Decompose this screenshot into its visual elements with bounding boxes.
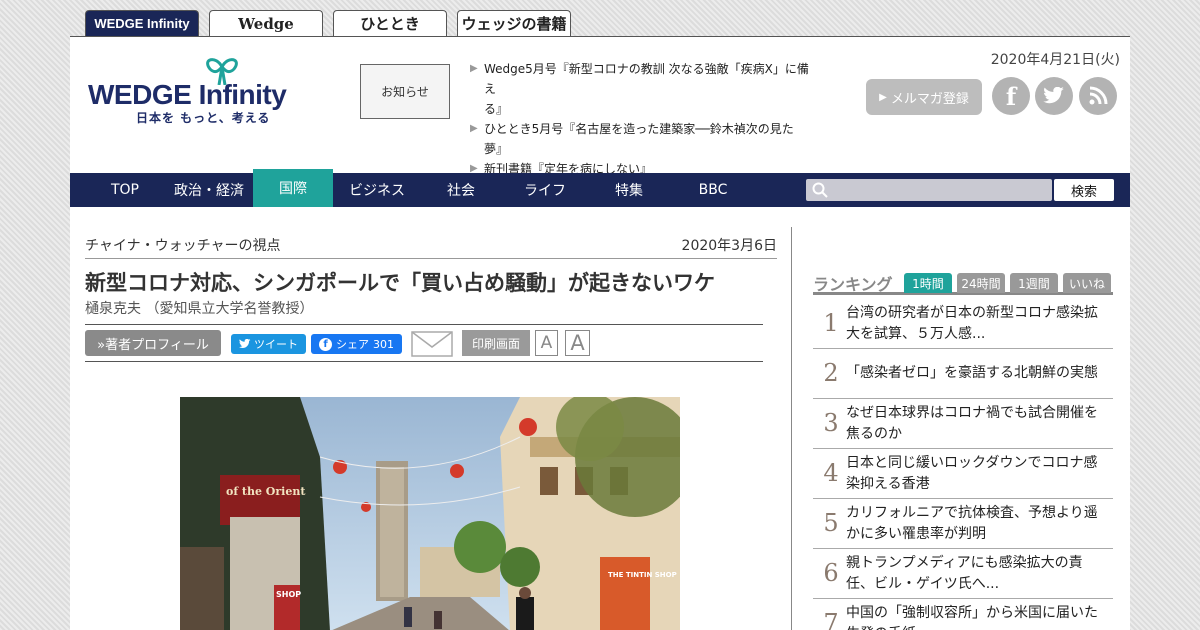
news-item-hitotoki[interactable]: ▶ ひととき5月号『名古屋を造った建築家──鈴木禎次の見た xyxy=(470,119,810,139)
article-author: 樋泉克夫 （愛知県立大学名誉教授） xyxy=(85,301,314,317)
shop-sign-shop: SHOP xyxy=(276,590,301,599)
mail-icon[interactable] xyxy=(411,331,453,357)
ranking-item[interactable]: 3 なぜ日本球界はコロナ禍でも試合開催を焦るのか xyxy=(813,399,1113,449)
search-icon xyxy=(812,182,828,198)
nav-life[interactable]: ライフ xyxy=(505,173,585,207)
column-divider xyxy=(791,227,792,630)
ranking-tab-1week[interactable]: 1週間 xyxy=(1010,273,1058,293)
rank-headline[interactable]: なぜ日本球界はコロナ禍でも試合開催を焦るのか xyxy=(846,403,1108,445)
ranking-item[interactable]: 5 カリフォルニアで抗体検査、予想より遥かに多い罹患率が判明 xyxy=(813,499,1113,549)
news-item-wedge-cont[interactable]: る』 xyxy=(470,99,810,119)
nav-business[interactable]: ビジネス xyxy=(337,173,417,207)
rank-headline[interactable]: 「感染者ゼロ」を豪語する北朝鮮の実態 xyxy=(846,363,1108,384)
ranking-item[interactable]: 1 台湾の研究者が日本の新型コロナ感染拡大を試算、５万人感... xyxy=(813,299,1113,349)
shop-sign-orient: of the Orient xyxy=(226,485,306,498)
twitter-icon[interactable] xyxy=(1035,77,1073,115)
arrow-right-icon: ▶ xyxy=(470,123,478,134)
twitter-icon xyxy=(239,339,251,349)
share-label: シェア xyxy=(336,338,369,351)
article-toolbar: »著者プロフィール ツイート f シェア 301 印刷画面 A A xyxy=(85,324,763,362)
rank-headline[interactable]: 親トランプメディアにも感染拡大の責任、ビル・ゲイツ氏へ... xyxy=(846,553,1108,595)
rss-feed-icon xyxy=(1089,86,1108,105)
rank-headline[interactable]: 中国の「強制収容所」から米国に届いた生発の手紙 xyxy=(846,603,1108,630)
facebook-icon[interactable]: f xyxy=(992,77,1030,115)
article-date: 2020年3月6日 xyxy=(681,238,777,254)
nav-features[interactable]: 特集 xyxy=(589,173,669,207)
twitter-bird-icon xyxy=(1043,87,1064,104)
newsletter-label: メルマガ登録 xyxy=(890,91,969,107)
print-button[interactable]: 印刷画面 xyxy=(462,330,530,356)
font-large-button[interactable]: A xyxy=(565,330,590,356)
rank-headline[interactable]: カリフォルニアで抗体検査、予想より遥かに多い罹患率が判明 xyxy=(846,503,1108,545)
site-tab-books[interactable]: ウェッジの書籍 xyxy=(457,10,571,36)
ranking-tab-likes[interactable]: いいね xyxy=(1063,273,1111,293)
ranking-item[interactable]: 6 親トランプメディアにも感染拡大の責任、ビル・ゲイツ氏へ... xyxy=(813,549,1113,599)
search-button[interactable]: 検索 xyxy=(1054,179,1114,201)
article-photo: of the Orient THE TINTIN SHOP SHOP xyxy=(180,397,680,630)
site-tab-wedge[interactable]: Wedge xyxy=(209,10,323,36)
site-tabs: WEDGE Infinity Wedge ひととき ウェッジの書籍 xyxy=(85,10,571,36)
ranking-item[interactable]: 7 中国の「強制収容所」から米国に届いた生発の手紙 xyxy=(813,599,1113,630)
rank-number: 2 xyxy=(823,359,839,387)
nav-top[interactable]: TOP xyxy=(85,173,165,207)
rank-number: 6 xyxy=(823,559,839,587)
shop-sign-tintin: THE TINTIN SHOP xyxy=(608,571,677,579)
site-logo[interactable]: WEDGE Infinity 日本を もっと、考える xyxy=(88,55,318,125)
rank-headline[interactable]: 台湾の研究者が日本の新型コロナ感染拡大を試算、５万人感... xyxy=(846,303,1108,345)
rank-number: 7 xyxy=(823,609,839,630)
news-list: ▶ Wedge5月号『新型コロナの教訓 次なる強敵「疾病X」に備え る』 ▶ ひとと… xyxy=(470,59,810,179)
ranking-header: ランキング 1時間 24時間 1週間 いいね xyxy=(813,271,1113,295)
ranking-item[interactable]: 2 「感染者ゼロ」を豪語する北朝鮮の実態 xyxy=(813,349,1113,399)
tweet-label: ツイート xyxy=(254,338,298,351)
nav-bbc[interactable]: BBC xyxy=(673,173,753,207)
font-small-button[interactable]: A xyxy=(535,330,558,356)
newsletter-button[interactable]: ▶ メルマガ登録 xyxy=(866,79,982,115)
notice-button[interactable]: お知らせ xyxy=(360,64,450,119)
arrow-right-icon: ▶ xyxy=(470,63,478,74)
nav-society[interactable]: 社会 xyxy=(421,173,501,207)
ranking-tab-24hours[interactable]: 24時間 xyxy=(957,273,1005,293)
rank-headline[interactable]: 日本と同じ緩いロックダウンでコロナ感染抑える香港 xyxy=(846,453,1108,495)
article-meta-row: チャイナ・ウォッチャーの視点 2020年3月6日 xyxy=(85,237,777,259)
logo-wordmark: WEDGE Infinity xyxy=(88,79,287,110)
main-nav: TOP 政治・経済 国際 ビジネス 社会 ライフ 特集 BBC 検索 xyxy=(70,169,1130,207)
article-category[interactable]: チャイナ・ウォッチャーの視点 xyxy=(85,235,280,255)
nav-politics-economy[interactable]: 政治・経済 xyxy=(169,173,249,207)
author-profile-button[interactable]: »著者プロフィール xyxy=(85,330,221,356)
tweet-button[interactable]: ツイート xyxy=(231,334,306,354)
news-item-hitotoki-cont[interactable]: 夢』 xyxy=(470,139,810,159)
share-count: 301 xyxy=(373,337,394,351)
news-item-wedge[interactable]: ▶ Wedge5月号『新型コロナの教訓 次なる強敵「疾病X」に備え xyxy=(470,59,810,99)
current-date: 2020年4月21日(火) xyxy=(990,52,1120,68)
facebook-share-button[interactable]: f シェア 301 xyxy=(311,334,402,354)
ranking-item[interactable]: 4 日本と同じ緩いロックダウンでコロナ感染抑える香港 xyxy=(813,449,1113,499)
search-input[interactable] xyxy=(806,179,1052,201)
article-title: 新型コロナ対応、シンガポールで「買い占め騒動」が起きないワケ xyxy=(85,271,715,295)
ranking-list: 1 台湾の研究者が日本の新型コロナ感染拡大を試算、５万人感... 2 「感染者ゼロ」… xyxy=(813,299,1113,630)
rank-number: 5 xyxy=(823,509,839,537)
facebook-icon: f xyxy=(319,337,332,351)
play-arrow-icon: ▶ xyxy=(879,91,887,103)
rank-number: 1 xyxy=(823,309,839,337)
page-container: WEDGE Infinity 日本を もっと、考える お知らせ ▶ Wedge5月… xyxy=(70,36,1130,630)
site-tab-wedge-infinity[interactable]: WEDGE Infinity xyxy=(85,10,199,36)
rank-number: 3 xyxy=(823,409,839,437)
nav-international[interactable]: 国際 xyxy=(253,169,333,207)
logo-tagline: 日本を もっと、考える xyxy=(136,111,271,125)
site-tab-hitotoki[interactable]: ひととき xyxy=(333,10,447,36)
ranking-title: ランキング xyxy=(813,275,893,294)
rank-number: 4 xyxy=(823,459,839,487)
rss-icon[interactable] xyxy=(1079,77,1117,115)
street-scene-image: of the Orient THE TINTIN SHOP SHOP xyxy=(180,397,680,630)
ranking-tab-1hour[interactable]: 1時間 xyxy=(904,273,952,293)
